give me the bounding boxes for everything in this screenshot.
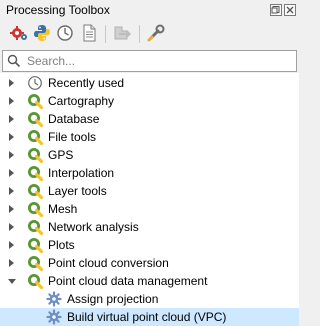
algorithm-item-build-virtual-point-cloud[interactable]: Build virtual point cloud (VPC)	[0, 308, 299, 326]
expand-arrow-icon[interactable]	[9, 151, 14, 159]
expand-arrow-icon[interactable]	[9, 169, 14, 177]
tree-item-gps[interactable]: GPS	[0, 146, 299, 164]
float-panel-button[interactable]	[270, 4, 282, 16]
tree-item-label: GPS	[48, 148, 74, 162]
algorithm-gear-icon	[46, 309, 62, 325]
models-button[interactable]	[8, 22, 30, 44]
search-input[interactable]	[27, 52, 289, 70]
toolbar-separator	[105, 25, 106, 43]
expand-arrow-icon[interactable]	[9, 187, 14, 195]
expand-arrow-icon[interactable]	[9, 133, 14, 141]
qgis-logo-icon	[27, 129, 43, 145]
expand-arrow-icon[interactable]	[9, 97, 14, 105]
tree-item-cartography[interactable]: Cartography	[0, 92, 299, 110]
tree-item-interpolation[interactable]: Interpolation	[0, 164, 299, 182]
expand-arrow-icon[interactable]	[9, 241, 14, 249]
qgis-logo-icon	[27, 111, 43, 127]
tree-item-file-tools[interactable]: File tools	[0, 128, 299, 146]
tree-item-label: Database	[48, 112, 100, 126]
toolbar-separator	[139, 25, 140, 43]
tree-item-point-cloud-conversion[interactable]: Point cloud conversion	[0, 254, 299, 272]
edit-features-in-place-button[interactable]	[110, 22, 132, 44]
history-button[interactable]	[54, 22, 76, 44]
models-gear-icon	[10, 26, 27, 40]
tree-item-database[interactable]: Database	[0, 110, 299, 128]
python-icon	[34, 25, 50, 41]
edit-in-place-icon	[114, 26, 131, 40]
panel-titlebar: Processing Toolbox	[0, 0, 299, 20]
qgis-logo-icon	[27, 219, 43, 235]
tree-item-plots[interactable]: Plots	[0, 236, 299, 254]
qgis-logo-icon	[27, 165, 43, 181]
panel-title: Processing Toolbox	[6, 3, 110, 17]
algorithm-item-assign-projection[interactable]: Assign projection	[0, 290, 299, 308]
expand-arrow-icon[interactable]	[9, 79, 14, 87]
tree-item-label: Network analysis	[48, 220, 139, 234]
tree-item-mesh[interactable]: Mesh	[0, 200, 299, 218]
qgis-logo-icon	[27, 147, 43, 163]
wrench-icon	[147, 24, 165, 42]
tree-item-label: Plots	[48, 238, 75, 252]
qgis-logo-icon	[27, 255, 43, 271]
tree-item-label: Recently used	[48, 76, 125, 90]
tree-item-label: Interpolation	[48, 166, 115, 180]
search-icon	[7, 54, 21, 68]
expand-arrow-icon[interactable]	[9, 223, 14, 231]
search-box	[2, 50, 297, 72]
qgis-logo-icon	[27, 93, 43, 109]
tree-item-label: Point cloud data management	[48, 274, 208, 288]
tree-item-label: Build virtual point cloud (VPC)	[67, 310, 227, 324]
qgis-logo-icon	[27, 201, 43, 217]
expand-arrow-icon[interactable]	[9, 115, 14, 123]
toolbox-toolbar	[0, 20, 299, 48]
tree-item-recently-used[interactable]: Recently used	[0, 74, 299, 92]
tree-item-layer-tools[interactable]: Layer tools	[0, 182, 299, 200]
expand-arrow-icon[interactable]	[9, 259, 14, 267]
history-icon	[27, 75, 43, 91]
qgis-logo-icon	[27, 183, 43, 199]
qgis-logo-icon	[27, 237, 43, 253]
tree-item-label: Point cloud conversion	[48, 256, 169, 270]
tree-item-label: Layer tools	[48, 184, 107, 198]
tree-item-label: Cartography	[48, 94, 115, 108]
algorithm-gear-icon	[46, 291, 62, 307]
float-icon	[271, 6, 280, 14]
tree-item-label: Mesh	[48, 202, 78, 216]
tree-item-label: Assign projection	[67, 292, 159, 306]
results-viewer-button[interactable]	[78, 22, 100, 44]
tree-item-network-analysis[interactable]: Network analysis	[0, 218, 299, 236]
close-icon	[286, 6, 294, 14]
options-button[interactable]	[145, 22, 167, 44]
algorithm-tree: Recently used Cartography Database File …	[0, 73, 299, 326]
clock-icon	[57, 25, 73, 41]
tree-item-label: File tools	[48, 130, 97, 144]
collapse-arrow-icon[interactable]	[8, 279, 16, 284]
document-icon	[83, 24, 96, 42]
close-panel-button[interactable]	[284, 4, 296, 16]
qgis-logo-icon	[27, 273, 43, 289]
expand-arrow-icon[interactable]	[9, 205, 14, 213]
scripts-button[interactable]	[31, 22, 53, 44]
tree-item-point-cloud-data-management[interactable]: Point cloud data management	[0, 272, 299, 290]
